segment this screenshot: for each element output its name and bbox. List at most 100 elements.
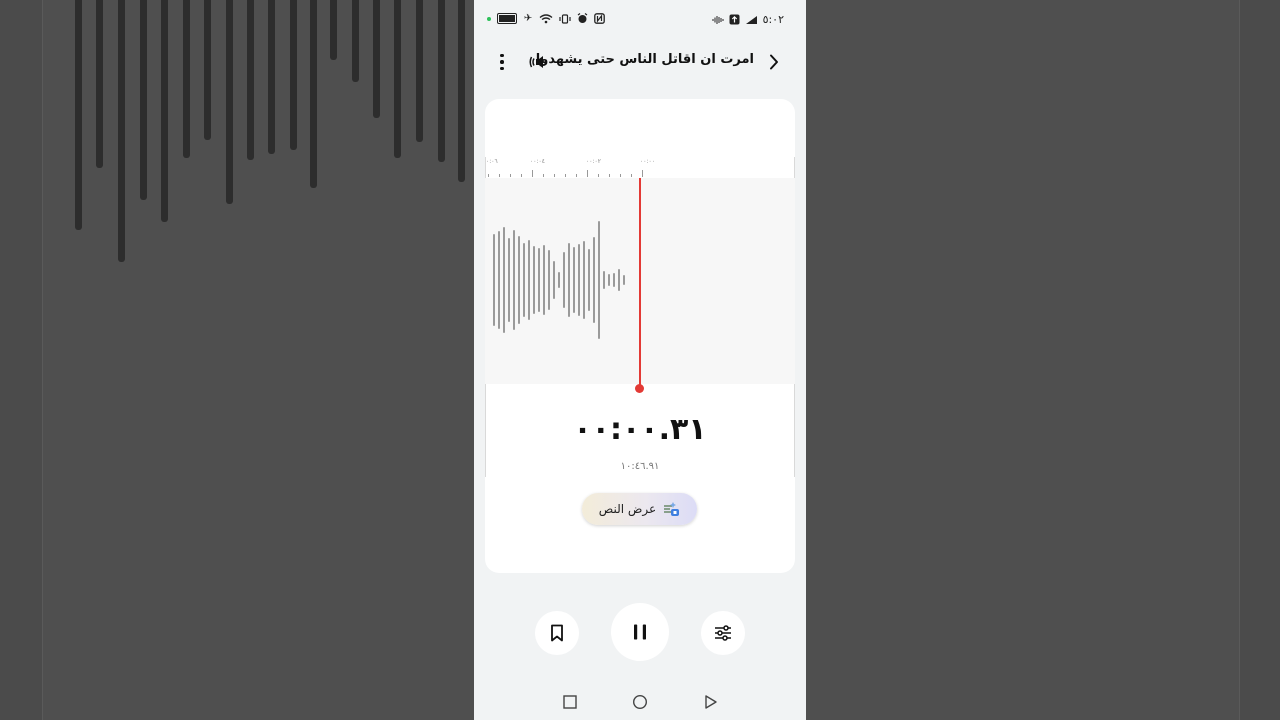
ruler-label: ٠٠:٠٠ (640, 158, 655, 165)
ruler-tick (532, 170, 533, 177)
triangle-back-icon (705, 695, 717, 709)
waveform-bar (613, 273, 615, 287)
waveform-bar (533, 246, 535, 314)
ruler-tick (521, 174, 522, 177)
ruler-tick (565, 174, 566, 177)
backdrop-wave-bar (161, 0, 168, 222)
backdrop-wave-bar (247, 0, 254, 160)
waveform-bar (578, 244, 580, 316)
ruler-tick (576, 174, 577, 177)
upload-icon (729, 14, 740, 25)
ruler-tick (510, 174, 511, 177)
battery-icon (497, 13, 517, 24)
waveform-bar (573, 247, 575, 313)
privacy-dot-icon (487, 16, 491, 21)
total-duration: ١٠:٤٦.٩١ (620, 461, 660, 472)
sound-wave-icon (712, 15, 724, 24)
waveform-bar (493, 234, 495, 326)
airplane-icon: ✈ (523, 13, 533, 24)
recording-title: امرت ان اقاتل الناس حتى يشهدوا (535, 52, 754, 67)
ruler-tick (488, 174, 489, 177)
backdrop-wave-bar (458, 0, 465, 182)
ruler-tick (642, 170, 643, 177)
waveform-bar (513, 230, 515, 330)
more-dot-icon (500, 60, 504, 64)
pause-button[interactable] (611, 603, 669, 661)
status-time: ٥:٠٢ (762, 13, 784, 26)
more-options-button[interactable] (492, 51, 512, 73)
more-dot-icon (500, 66, 504, 71)
waveform-bar (538, 248, 540, 312)
ruler-tick (499, 174, 500, 177)
waveform-bar (583, 241, 585, 319)
backdrop-wave-bar (204, 0, 211, 140)
show-transcript-label: عرض النص (598, 502, 657, 516)
nav-back-button[interactable] (703, 694, 719, 710)
waveform-bar (598, 221, 600, 339)
waveform-bar (523, 243, 525, 317)
status-icons-left: ✈ (487, 13, 605, 24)
playhead-handle[interactable] (635, 384, 644, 393)
ruler-tick (631, 174, 632, 177)
waveform-bar (603, 271, 605, 289)
signal-icon (745, 15, 757, 24)
sliders-icon (715, 625, 731, 641)
backdrop-wave-bar (140, 0, 147, 200)
backdrop-wave-bar (183, 0, 190, 158)
waveform-bar (543, 245, 545, 315)
status-bar: ✈ ٥:٠٢ (474, 0, 806, 40)
show-transcript-button[interactable]: عرض النص (582, 493, 697, 525)
ai-transcript-icon (664, 502, 680, 516)
chevron-right-icon (770, 54, 778, 70)
waveform-bar (558, 272, 560, 288)
waveform-bar (563, 252, 565, 308)
backdrop-wave-bar (330, 0, 337, 60)
playhead[interactable] (639, 178, 641, 388)
playback-settings-button[interactable] (701, 611, 745, 655)
more-dot-icon (500, 53, 504, 58)
waveform-bar (623, 275, 625, 285)
waveform-bar (588, 249, 590, 311)
circle-icon (632, 694, 648, 710)
backdrop-wave-bar (290, 0, 297, 150)
nfc-icon (594, 13, 605, 24)
ruler-label: ٠:٠٦ (486, 158, 498, 165)
bookmark-button[interactable] (535, 611, 579, 655)
ruler-tick (554, 174, 555, 177)
speaker-button[interactable] (528, 52, 550, 72)
ruler-label: ٠٠:٠٢ (586, 158, 601, 165)
bookmark-icon (551, 624, 563, 642)
backdrop-wave-bar (416, 0, 423, 142)
backdrop-wave-bar (96, 0, 103, 168)
speaker-icon (529, 56, 543, 68)
backdrop-wave-bar (75, 0, 82, 230)
ruler-label: ٠٠:٠٤ (530, 158, 545, 165)
home-button[interactable] (632, 694, 648, 710)
waveform-bar (548, 250, 550, 310)
backdrop-wave-bar (118, 0, 125, 262)
recents-button[interactable] (562, 694, 578, 710)
system-nav-bar (474, 688, 806, 716)
waveform-bar (553, 261, 555, 299)
backdrop-wave-bar (352, 0, 359, 82)
ruler-tick (598, 174, 599, 177)
square-icon (563, 695, 577, 709)
backdrop-wave-bar (268, 0, 275, 154)
backdrop-wave-bar (373, 0, 380, 118)
waveform-bar (518, 236, 520, 324)
waveform-bar (498, 231, 500, 329)
waveform-bar (503, 227, 505, 333)
ruler-tick (620, 174, 621, 177)
ruler-tick (609, 174, 610, 177)
ruler-tick (543, 174, 544, 177)
backdrop-wave-bar (438, 0, 445, 162)
vibrate-icon (559, 13, 571, 24)
alarm-icon (577, 13, 588, 23)
backdrop-wave-bar (226, 0, 233, 204)
waveform-bar (528, 240, 530, 320)
ruler-tick (587, 170, 588, 177)
back-button[interactable] (764, 52, 784, 72)
recording-card: ٠:٠٦ ٠٠:٠٤ ٠٠:٠٢ ٠٠:٠٠ ٠٠:٠٠.٣١ ١٠:٤٦.٩١… (485, 99, 795, 573)
backdrop-wave-bar (310, 0, 317, 188)
wifi-icon (539, 13, 553, 23)
